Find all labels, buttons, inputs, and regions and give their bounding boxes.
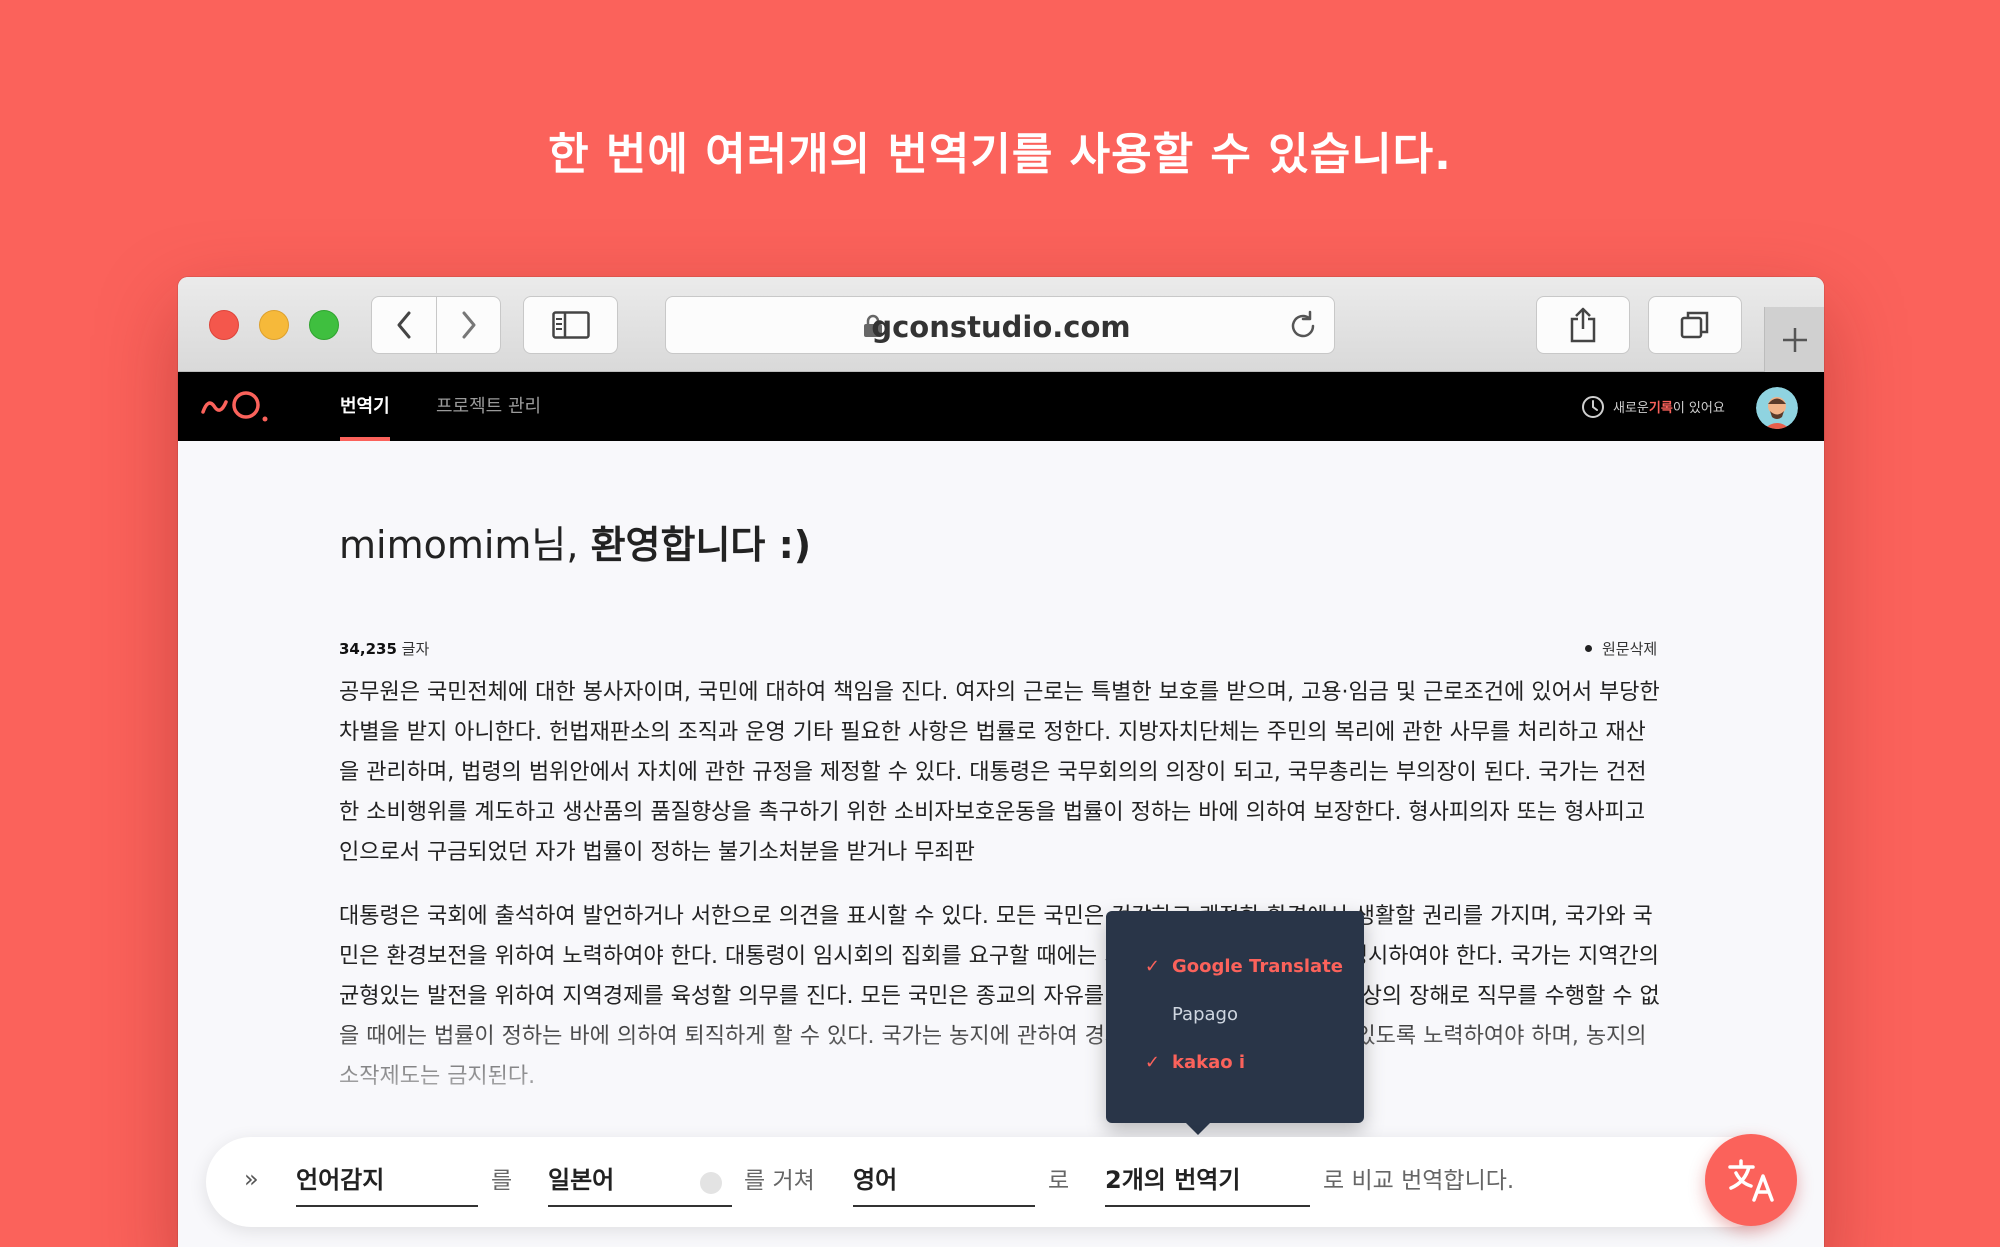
check-icon: ✓ (1144, 955, 1160, 977)
browser-window: gconstudio.com 번역기 프로젝트 관리 새로운 기록 이 있어요 … (178, 277, 1824, 1247)
history-text-suffix: 이 있어요 (1672, 401, 1725, 416)
forward-button[interactable] (436, 297, 500, 353)
translation-toolbar: » 언어감지 를 일본어 를 거쳐 영어 로 2개의 번역기 로 비교 번역합니… (206, 1137, 1778, 1227)
share-button[interactable] (1536, 296, 1630, 354)
nav-translator[interactable]: 번역기 (340, 372, 390, 441)
chevron-left-icon (397, 311, 411, 339)
char-count-value: 34,235 (339, 640, 397, 658)
particle-text: 로 (1048, 1168, 1070, 1194)
plus-icon (1782, 327, 1807, 352)
delete-source-label: 원문삭제 (1602, 640, 1658, 658)
expand-toolbar-button[interactable]: » (244, 1165, 259, 1193)
zoom-window-button[interactable] (309, 310, 339, 340)
headline: 한 번에 여러개의 번역기를 사용할 수 있습니다. (548, 129, 1452, 180)
translator-option-label: kakao i (1172, 1051, 1246, 1073)
translate-icon (1728, 1159, 1774, 1202)
user-avatar[interactable] (1756, 387, 1798, 429)
target-language-select[interactable]: 영어 (853, 1160, 1035, 1207)
avatar-illustration (1756, 387, 1798, 429)
bullet-icon (1585, 645, 1592, 652)
translator-dropdown: ✓ Google Translate Papago ✓ kakao i (1106, 911, 1364, 1135)
close-window-button[interactable] (209, 310, 239, 340)
back-button[interactable] (372, 297, 436, 353)
via-text: 를 거쳐 (744, 1168, 815, 1194)
text-fade-overlay (178, 1007, 1824, 1117)
translate-button[interactable] (1705, 1134, 1797, 1226)
translator-option-kakao[interactable]: ✓ kakao i (1106, 1042, 1364, 1082)
toolbar-suffix-text: 로 비교 번역합니다. (1323, 1168, 1515, 1194)
app-logo[interactable] (200, 388, 270, 424)
char-count: 34,235 글자 (339, 638, 429, 659)
source-paragraph-1[interactable]: 공무원은 국민전체에 대한 봉사자이며, 국민에 대하여 책임을 진다. 여자의… (339, 673, 1664, 873)
history-nav-group (371, 296, 501, 354)
app-navbar: 번역기 프로젝트 관리 새로운 기록 이 있어요 (178, 372, 1824, 441)
translator-option-label: Papago (1172, 1003, 1238, 1025)
char-count-unit: 글자 (396, 640, 430, 658)
new-tab-button[interactable] (1764, 307, 1824, 372)
particle-text: 를 (491, 1168, 513, 1194)
source-language-select[interactable]: 언어감지 (296, 1160, 478, 1207)
sidebar-toggle-button[interactable] (523, 296, 618, 354)
translator-option-google[interactable]: ✓ Google Translate (1106, 946, 1364, 986)
minimize-window-button[interactable] (259, 310, 289, 340)
chevron-right-icon (462, 311, 475, 339)
user-name: mimomim님, (339, 523, 591, 567)
share-icon (1570, 307, 1596, 343)
delete-source-button[interactable]: 원문삭제 (1585, 638, 1657, 659)
sidebar-icon (551, 311, 590, 339)
history-text-prefix: 새로운 (1613, 401, 1649, 416)
welcome-message: mimomim님, 환영합니다 :) (339, 514, 811, 569)
tabs-icon (1680, 311, 1709, 339)
history-notice[interactable]: 새로운 기록 이 있어요 (1581, 372, 1725, 441)
clock-icon (1582, 395, 1604, 418)
url-text: gconstudio.com (871, 310, 1131, 344)
browser-titlebar: gconstudio.com (178, 277, 1824, 372)
translator-option-papago[interactable]: Papago (1106, 994, 1364, 1034)
history-text-accent: 기록 (1648, 401, 1673, 416)
clear-via-language-button[interactable] (700, 1172, 722, 1194)
welcome-greeting: 환영합니다 :) (590, 523, 812, 567)
translator-count-select[interactable]: 2개의 번역기 (1105, 1160, 1310, 1207)
reload-icon[interactable] (1286, 309, 1320, 343)
address-bar[interactable]: gconstudio.com (665, 296, 1335, 354)
check-icon: ✓ (1144, 1051, 1160, 1073)
tab-overview-button[interactable] (1648, 296, 1742, 354)
translator-option-label: Google Translate (1172, 955, 1344, 977)
nav-project-management[interactable]: 프로젝트 관리 (436, 372, 541, 441)
